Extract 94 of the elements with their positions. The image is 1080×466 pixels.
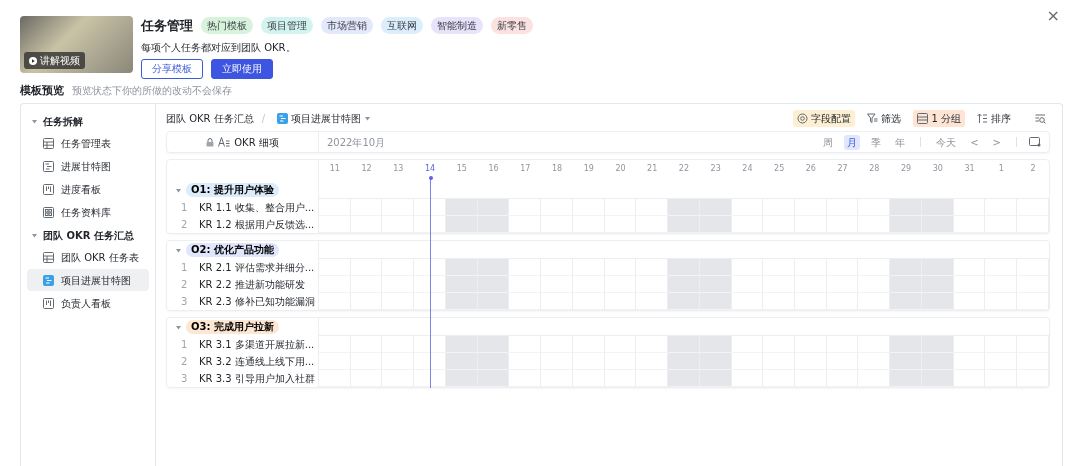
toolbar-button[interactable]: 字段配置 bbox=[793, 110, 856, 127]
day-label: 31 bbox=[963, 163, 976, 174]
table-icon bbox=[43, 137, 54, 149]
day-label: 24 bbox=[741, 163, 754, 174]
task-title[interactable]: KR 1.2 根据用户反馈选... bbox=[199, 217, 315, 232]
day-label: 19 bbox=[582, 163, 595, 174]
row-number: 1 bbox=[180, 261, 189, 275]
day-label: 14 bbox=[423, 163, 437, 174]
day-label: 2 bbox=[1029, 163, 1037, 174]
day-label: 30 bbox=[931, 163, 944, 174]
sidebar-item[interactable]: 负责人看板 bbox=[27, 292, 149, 314]
month-label: 2022年10月 bbox=[327, 135, 386, 150]
day-label: 16 bbox=[487, 163, 500, 174]
sidebar-item[interactable]: 项目进展甘特图 bbox=[27, 269, 149, 291]
task-title[interactable]: KR 2.3 修补已知功能漏洞 bbox=[199, 294, 315, 309]
task-title[interactable]: KR 2.1 评估需求并细分... bbox=[199, 260, 315, 275]
filter-icon bbox=[867, 113, 879, 124]
play-icon bbox=[29, 56, 37, 65]
day-label: 15 bbox=[455, 163, 468, 174]
gear-icon bbox=[797, 113, 809, 124]
close-button[interactable]: × bbox=[1042, 4, 1064, 28]
gantt-icon bbox=[277, 113, 289, 124]
section-title[interactable]: 团队 OKR 任务汇总 bbox=[43, 227, 134, 243]
breadcrumb-separator: / bbox=[261, 112, 266, 126]
row-number: 2 bbox=[180, 218, 189, 232]
video-badge[interactable]: 讲解视频 bbox=[24, 52, 85, 69]
day-label: 29 bbox=[900, 163, 913, 174]
task-title[interactable]: KR 1.1 收集、整合用户... bbox=[199, 200, 315, 215]
gallery-icon bbox=[43, 206, 54, 218]
table-icon bbox=[43, 251, 54, 263]
day-label: 12 bbox=[360, 163, 373, 174]
group-tag[interactable]: O2: 优化产品功能 bbox=[186, 243, 279, 257]
rows-icon bbox=[917, 113, 929, 124]
screen-icon bbox=[1029, 137, 1041, 147]
sidebar-item[interactable]: 团队 OKR 任务表 bbox=[27, 246, 149, 268]
column-header: OKR 细项 bbox=[234, 135, 279, 150]
category-tag: 市场营销 bbox=[321, 17, 373, 35]
toolbar-button[interactable]: 筛选 bbox=[863, 110, 906, 127]
sidebar-item[interactable]: 任务管理表 bbox=[27, 132, 149, 154]
toolbar-button[interactable]: 排序 bbox=[973, 110, 1015, 127]
share-template-button[interactable]: 分享模板 bbox=[141, 58, 203, 79]
category-tag: 热门模板 bbox=[201, 17, 253, 35]
template-title: 任务管理 bbox=[141, 17, 193, 35]
day-label: 20 bbox=[614, 163, 627, 174]
gantt-icon bbox=[43, 274, 54, 286]
group-tag[interactable]: O1: 提升用户体验 bbox=[186, 183, 279, 197]
category-tag: 新零售 bbox=[491, 17, 533, 35]
task-title[interactable]: KR 2.2 推进新功能研发 bbox=[199, 277, 305, 292]
row-number: 2 bbox=[180, 278, 189, 292]
day-label: 17 bbox=[519, 163, 532, 174]
day-label: 28 bbox=[868, 163, 881, 174]
row-number: 3 bbox=[180, 295, 189, 309]
task-title[interactable]: KR 3.3 引导用户加入社群 bbox=[199, 371, 315, 386]
kanban-icon bbox=[43, 183, 54, 195]
category-tag: 智能制造 bbox=[431, 17, 483, 35]
row-number: 3 bbox=[180, 372, 189, 386]
toolbar-button[interactable]: 1 分组 bbox=[913, 110, 965, 127]
category-tag: 项目管理 bbox=[261, 17, 313, 35]
gantt-icon bbox=[43, 160, 54, 172]
day-label: 22 bbox=[677, 163, 691, 174]
today-marker bbox=[428, 176, 433, 180]
text-field-icon bbox=[218, 137, 231, 147]
day-label: 25 bbox=[773, 163, 786, 174]
day-label: 26 bbox=[804, 163, 817, 174]
row-number: 2 bbox=[180, 355, 189, 369]
row-number: 1 bbox=[180, 338, 189, 352]
template-description: 每项个人任务都对应到团队 OKR。 bbox=[141, 40, 297, 55]
sort-icon bbox=[977, 113, 988, 124]
sidebar-item[interactable]: 任务资料库 bbox=[27, 201, 149, 223]
day-label: 11 bbox=[328, 163, 341, 174]
section-title[interactable]: 任务拆解 bbox=[43, 113, 83, 129]
day-label: 18 bbox=[550, 163, 564, 174]
scale-tab[interactable]: 月 bbox=[844, 134, 861, 150]
kanban-icon bbox=[43, 297, 54, 309]
group-tag[interactable]: O3: 完成用户拉新 bbox=[186, 320, 279, 334]
preview-note: 预览状态下你的所做的改动不会保存 bbox=[72, 83, 232, 98]
day-label: 23 bbox=[709, 163, 722, 174]
day-label: 1 bbox=[997, 163, 1005, 174]
day-label: 21 bbox=[646, 163, 659, 174]
breadcrumb-parent[interactable]: 团队 OKR 任务汇总 bbox=[166, 111, 254, 126]
preview-title: 模板预览 bbox=[20, 82, 64, 99]
caret-icon bbox=[364, 115, 372, 122]
view-selector[interactable]: 项目进展甘特图 bbox=[273, 110, 376, 127]
sidebar-item[interactable]: 进度看板 bbox=[27, 178, 149, 200]
task-title[interactable]: KR 3.1 多渠道开展拉新... bbox=[199, 337, 315, 352]
lock-icon bbox=[206, 137, 215, 147]
row-number: 1 bbox=[180, 201, 189, 215]
task-title[interactable]: KR 3.2 连通线上线下用... bbox=[199, 354, 315, 369]
use-template-button[interactable]: 立即使用 bbox=[211, 58, 273, 79]
search-icon bbox=[1035, 113, 1046, 124]
day-label: 13 bbox=[392, 163, 405, 174]
day-label: 27 bbox=[836, 163, 849, 174]
sidebar-item[interactable]: 进展甘特图 bbox=[27, 155, 149, 177]
category-tag: 互联网 bbox=[381, 17, 423, 35]
